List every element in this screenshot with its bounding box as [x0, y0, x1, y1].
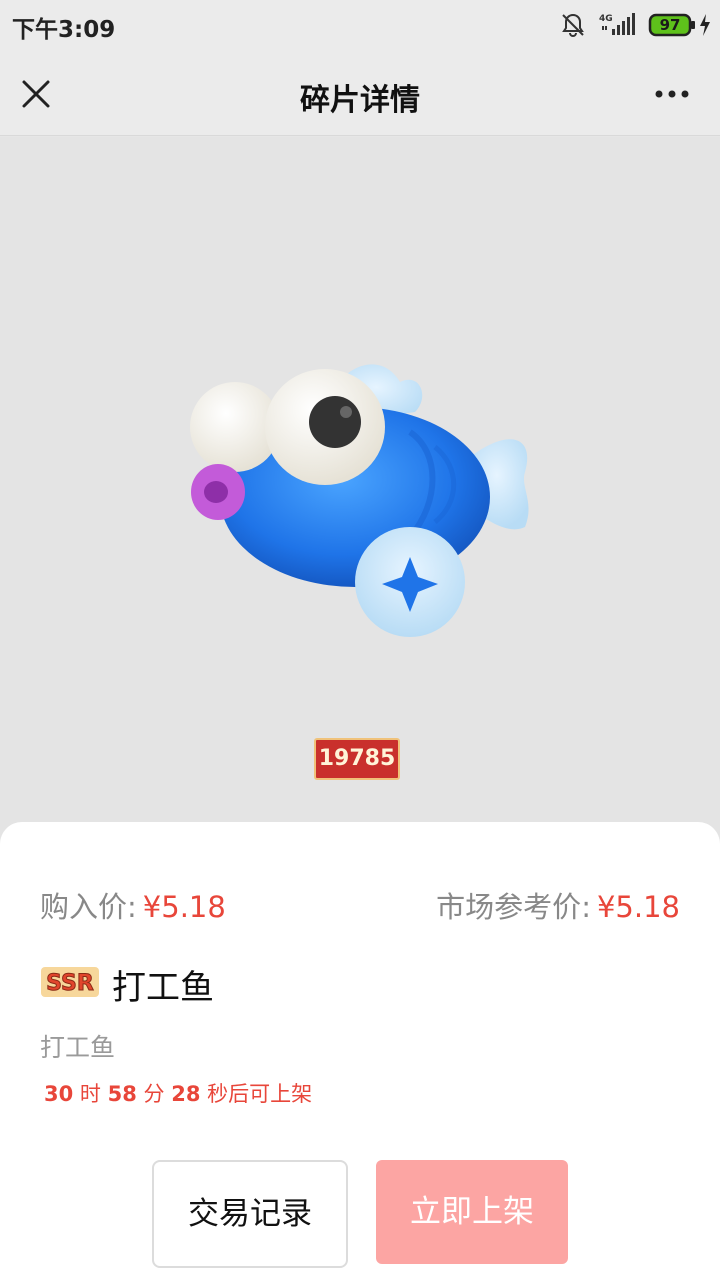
page-title: 碎片详情 — [300, 83, 420, 118]
buy-price-label: 购入价 — [40, 890, 128, 924]
buy-price-separator: : — [127, 890, 137, 924]
buy-price-value: ¥5.18 — [142, 890, 226, 924]
signal-icon: 4G — [599, 13, 635, 35]
more-dots-icon[interactable] — [654, 88, 690, 100]
countdown-hours-unit: 时 — [79, 1082, 101, 1106]
market-price: 市场参考价: ¥5.18 — [436, 884, 680, 926]
buy-price: 购入价: ¥5.18 — [40, 884, 226, 926]
detail-sheet: 购入价: ¥5.18 市场参考价: ¥5.18 SSR 打工鱼 打工鱼 30 时 5… — [0, 822, 720, 1280]
market-price-label: 市场参考价 — [436, 890, 582, 924]
blue-fish-illustration — [190, 364, 529, 637]
status-time: 下午3:09 — [12, 17, 116, 43]
countdown-minutes: 58 — [107, 1082, 137, 1106]
countdown-seconds: 28 — [171, 1082, 201, 1106]
charging-icon — [700, 14, 710, 36]
nav-bar: 碎片详情 — [0, 50, 720, 136]
countdown-minutes-unit: 分 — [143, 1082, 165, 1106]
list-now-button[interactable]: 立即上架 — [376, 1160, 568, 1264]
ssr-rarity-badge: SSR — [41, 967, 99, 997]
status-bar: 下午3:09 4G 97 — [0, 0, 720, 50]
status-icons: 4G 97 — [560, 12, 710, 38]
ssr-badge-text: SSR — [46, 971, 94, 996]
market-price-separator: : — [581, 890, 591, 924]
network-label: 4G — [599, 14, 613, 24]
market-price-value: ¥5.18 — [596, 890, 680, 924]
countdown-seconds-unit: 秒后可上架 — [207, 1082, 313, 1106]
item-subtitle: 打工鱼 — [40, 1033, 116, 1062]
trade-history-button[interactable]: 交易记录 — [152, 1160, 348, 1268]
listing-countdown: 30 时 58 分 28 秒后可上架 — [44, 1078, 312, 1108]
item-name: 打工鱼 — [112, 968, 214, 1008]
item-preview: 19785 — [0, 137, 720, 837]
countdown-hours: 30 — [44, 1082, 74, 1106]
serial-number-badge: 19785 — [314, 738, 400, 780]
battery-level: 97 — [659, 16, 681, 34]
bell-muted-icon — [562, 13, 584, 37]
